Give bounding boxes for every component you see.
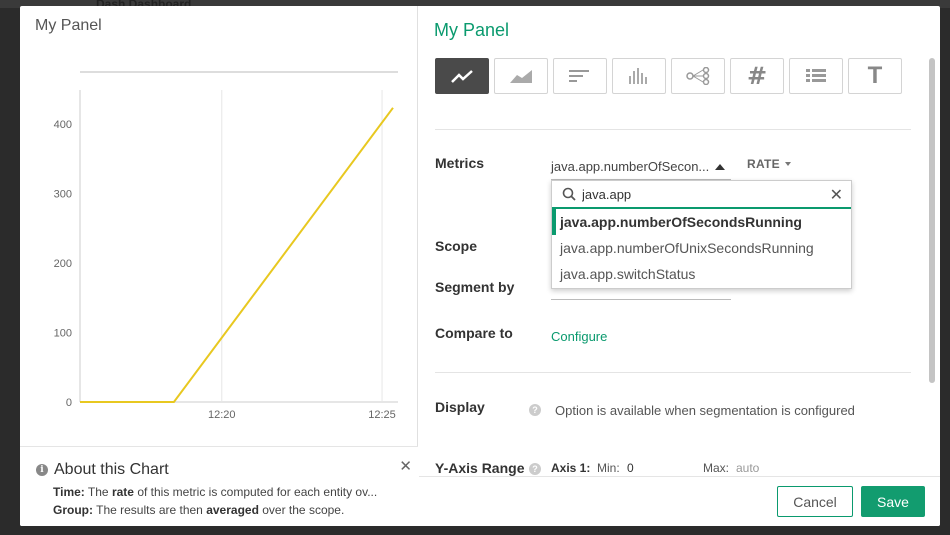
chart-type-bar[interactable] [553,58,607,94]
x-tick-label: 12:25 [368,409,396,421]
max-input[interactable]: auto [736,461,759,475]
time-label: Time: [53,485,85,499]
about-chart-box: i About this Chart ✕ Time: The rate of t… [20,446,418,526]
metric-dropdown: ✕ java.app.numberOfSecondsRunning java.a… [551,180,852,289]
panel-editor-modal: My Panel 12:20 12:25 0 100 200 300 400 i About… [20,6,940,526]
chart-type-text[interactable]: T [848,58,902,94]
divider [435,372,911,373]
display-note: Option is available when segmentation is… [555,403,855,418]
y-tick-label: 0 [66,397,72,409]
x-tick-label: 12:20 [208,409,236,421]
dropdown-option[interactable]: java.app.numberOfUnixSecondsRunning [552,235,851,261]
histogram-icon [629,68,647,84]
close-icon[interactable]: ✕ [399,457,412,475]
about-time-line: Time: The rate of this metric is compute… [53,485,408,499]
chart-preview: My Panel 12:20 12:25 0 100 200 300 400 i About… [20,6,418,526]
metrics-label: Metrics [435,155,485,171]
text-icon: T [867,62,883,89]
group-post: over the scope. [262,503,345,517]
scrollbar[interactable] [929,58,935,383]
table-icon [806,69,826,82]
topology-icon [686,67,710,85]
y-tick-label: 400 [54,119,72,131]
y-tick-label: 100 [54,327,72,339]
footer: Cancel Save [419,476,940,526]
metric-select[interactable]: java.app.numberOfSecon... [551,154,731,180]
cancel-button[interactable]: Cancel [777,486,853,517]
y-axis-range-label: Y-Axis Range [435,460,525,476]
chart-type-line[interactable] [435,58,489,94]
group-label: Group: [53,503,93,517]
scope-label: Scope [435,238,478,254]
dropdown-option[interactable]: java.app.switchStatus [552,261,851,287]
chart-type-topology[interactable] [671,58,725,94]
time-post: of this metric is computed for each enti… [137,485,378,499]
save-button[interactable]: Save [861,486,925,517]
about-heading-text: About this Chart [54,461,169,478]
info-icon: i [36,464,48,476]
min-input[interactable]: 0 [627,461,634,475]
chart-type-table[interactable] [789,58,843,94]
min-label: Min: [597,461,620,475]
dropdown-search: ✕ [552,181,851,209]
clear-icon[interactable]: ✕ [830,185,843,205]
rate-label: RATE [747,157,780,171]
help-icon[interactable]: ? [529,404,541,416]
caret-up-icon [715,163,725,170]
panel-title: My Panel [434,20,510,40]
compare-to-label: Compare to [435,325,513,341]
group-bold: averaged [206,503,259,517]
chart-type-selector: # T [435,58,902,94]
caret-down-icon [784,162,791,166]
line-chart: 12:20 12:25 0 100 200 300 400 [54,71,398,421]
configure-link[interactable]: Configure [551,329,607,344]
number-icon: # [746,62,768,90]
display-label: Display [435,399,485,415]
chart-type-number[interactable]: # [730,58,784,94]
y-tick-label: 200 [54,258,72,270]
chart-type-area[interactable] [494,58,548,94]
about-group-line: Group: The results are then averaged ove… [53,503,408,517]
bar-chart-icon [569,70,589,82]
preview-title: My Panel [35,17,102,34]
axis-label: Axis 1: [551,461,591,475]
chart-type-histogram[interactable] [612,58,666,94]
dropdown-option[interactable]: java.app.numberOfSecondsRunning [552,209,851,235]
about-heading: i About this Chart [36,461,169,479]
metric-select-value: java.app.numberOfSecon... [551,159,710,174]
divider [435,129,911,130]
series-line [80,107,394,403]
help-icon[interactable]: ? [529,463,541,475]
panel-editor: My Panel # T Metrics java.app.numberOfSe… [419,6,940,526]
time-bold: rate [111,485,134,499]
group-pre: The results are then [96,503,203,517]
area-chart-icon [510,70,532,83]
rate-dropdown[interactable]: RATE [747,157,791,171]
metric-search-input[interactable] [582,186,812,202]
max-label: Max: [703,461,730,475]
y-tick-label: 300 [54,188,72,200]
time-pre: The [87,485,109,499]
segment-by-label: Segment by [435,279,515,295]
line-chart-icon [451,70,473,83]
search-icon [562,187,576,201]
